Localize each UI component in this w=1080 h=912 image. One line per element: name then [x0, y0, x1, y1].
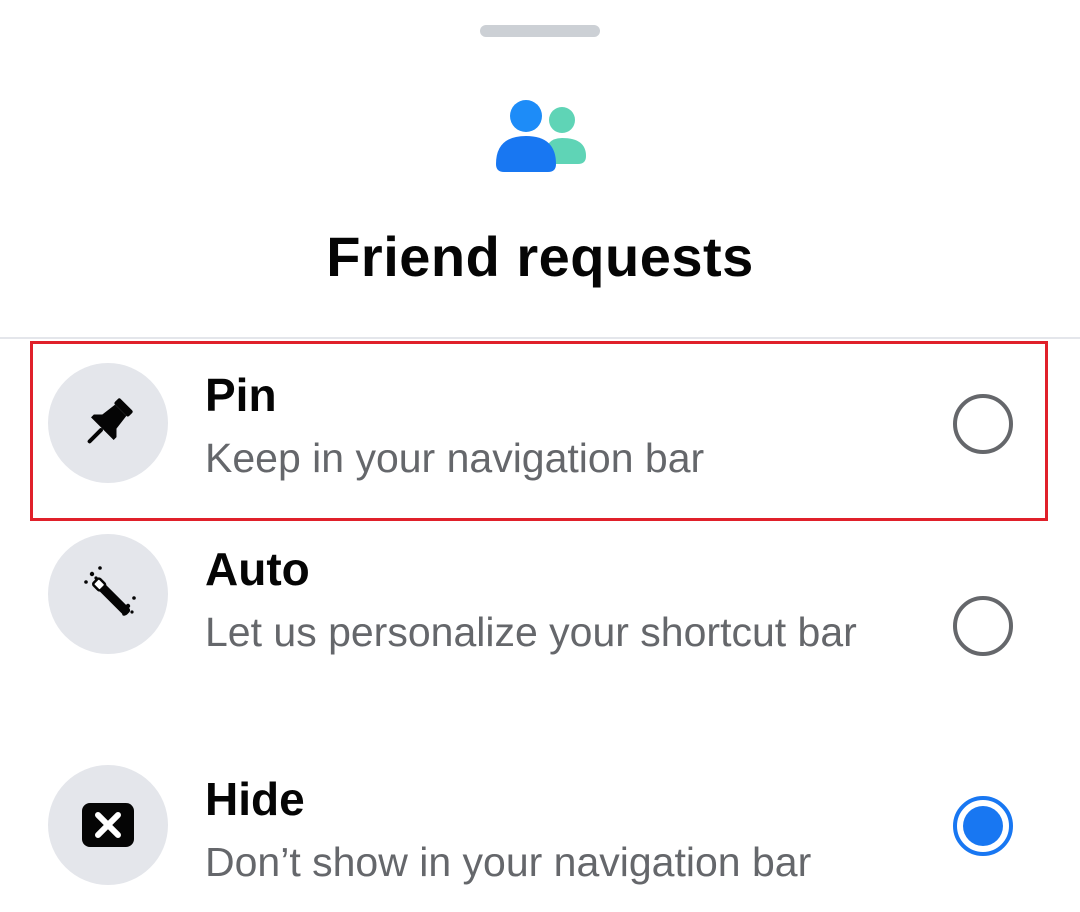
option-description: Don’t show in your navigation bar [205, 839, 812, 885]
radio-auto[interactable] [953, 596, 1013, 656]
divider [0, 337, 1080, 339]
hide-x-icon [48, 765, 168, 885]
option-label: Hide [205, 773, 305, 825]
radio-dot [963, 806, 1003, 846]
option-description: Let us personalize your shortcut bar [205, 609, 857, 655]
sheet-surface: Friend requests Pin Keep in your navigat… [0, 0, 1080, 912]
pin-icon [48, 363, 168, 483]
sheet-title: Friend requests [326, 225, 754, 288]
option-description: Keep in your navigation bar [205, 435, 705, 481]
option-hide[interactable]: Hide Don’t show in your navigation bar [0, 736, 1080, 912]
bottom-sheet: Friend requests Pin Keep in your navigat… [0, 0, 1080, 912]
drag-handle[interactable] [480, 25, 600, 37]
radio-pin[interactable] [953, 394, 1013, 454]
option-label: Auto [205, 543, 310, 595]
option-pin[interactable]: Pin Keep in your navigation bar [0, 340, 1080, 522]
friends-icon [490, 94, 590, 178]
magic-wand-icon [48, 534, 168, 654]
option-label: Pin [205, 369, 277, 421]
radio-hide-selected[interactable] [953, 796, 1013, 856]
option-auto[interactable]: Auto Let us personalize your shortcut ba… [0, 524, 1080, 734]
